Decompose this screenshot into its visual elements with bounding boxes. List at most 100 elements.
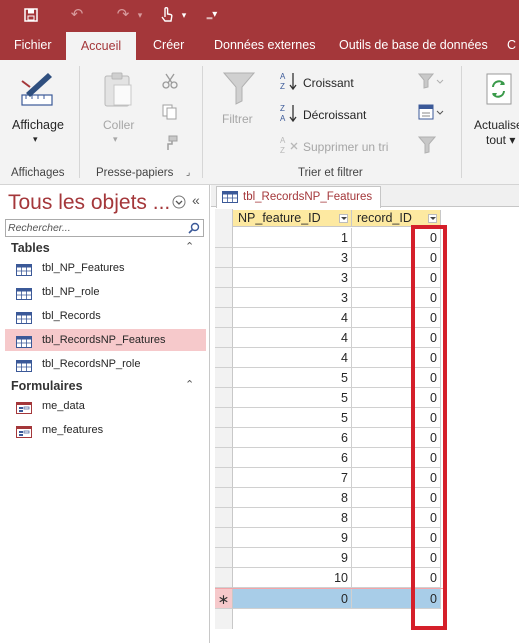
redo-icon[interactable]: ↷ xyxy=(112,4,134,26)
nav-item-table-selected[interactable]: tbl_RecordsNP_Features xyxy=(5,329,206,351)
remove-sort-icon[interactable]: AZ xyxy=(280,135,298,158)
cell-np-feature-id[interactable]: 7 xyxy=(233,468,352,488)
cell-np-feature-id[interactable]: 9 xyxy=(233,548,352,568)
touch-mode-icon[interactable] xyxy=(157,4,177,26)
nav-item-label: tbl_RecordsNP_Features xyxy=(42,334,166,346)
filter-icon[interactable] xyxy=(222,71,256,108)
nav-menu-icon[interactable] xyxy=(172,195,186,212)
column-header-np-feature-id[interactable]: NP_feature_ID xyxy=(233,210,352,227)
cell-np-feature-id[interactable]: 6 xyxy=(233,428,352,448)
record-selector[interactable] xyxy=(215,228,233,248)
record-selector[interactable] xyxy=(215,328,233,348)
nav-item-table[interactable]: tbl_NP_role xyxy=(5,281,206,303)
record-selector[interactable] xyxy=(215,268,233,288)
selection-filter-icon[interactable] xyxy=(417,73,444,92)
record-selector[interactable] xyxy=(215,428,233,448)
sort-filter-dropdown-icon[interactable] xyxy=(339,214,348,223)
cell-np-feature-id[interactable]: 8 xyxy=(233,488,352,508)
collapse-section-icon[interactable]: ⌃ xyxy=(185,378,194,391)
refresh-all-button[interactable]: Actualise xyxy=(474,118,519,132)
tab-creer[interactable]: Créer xyxy=(153,30,184,60)
record-selector[interactable] xyxy=(215,368,233,388)
document-tab[interactable]: tbl_RecordsNP_Features xyxy=(216,186,381,208)
record-selector[interactable] xyxy=(215,308,233,328)
new-record-marker-icon[interactable]: ∗ xyxy=(215,589,233,609)
paste-dropdown-icon[interactable]: ▾ xyxy=(113,134,118,145)
nav-section-tables[interactable]: Tables xyxy=(11,241,50,255)
paste-button[interactable]: Coller xyxy=(103,118,134,132)
format-painter-icon[interactable] xyxy=(162,135,178,154)
nav-item-table[interactable]: tbl_NP_Features xyxy=(5,257,206,279)
record-selector[interactable] xyxy=(215,288,233,308)
record-selector[interactable] xyxy=(215,448,233,468)
sort-ascending-icon[interactable]: AZ xyxy=(280,71,298,94)
cell-np-feature-id[interactable]: 5 xyxy=(233,368,352,388)
tab-outils-bdd[interactable]: Outils de base de données xyxy=(339,30,488,60)
copy-icon[interactable] xyxy=(162,104,178,123)
group-affichages: Affichages xyxy=(11,167,65,179)
cell-np-feature-id[interactable]: 4 xyxy=(233,308,352,328)
view-icon[interactable] xyxy=(20,71,56,112)
filter-button[interactable]: Filtrer xyxy=(222,112,253,126)
record-selector[interactable] xyxy=(215,408,233,428)
view-button[interactable]: Affichage xyxy=(12,118,64,132)
tab-fichier[interactable]: Fichier xyxy=(14,30,52,60)
clipboard-launcher-icon[interactable]: ⌟ xyxy=(186,167,190,178)
cell-np-feature-id[interactable]: 4 xyxy=(233,348,352,368)
redo-dropdown-icon[interactable]: ▾ xyxy=(134,4,146,26)
record-selector[interactable] xyxy=(215,388,233,408)
undo-icon[interactable]: ↶ xyxy=(66,4,88,26)
record-selector[interactable] xyxy=(215,548,233,568)
touch-dropdown-icon[interactable]: ▾ xyxy=(179,4,189,26)
save-icon[interactable] xyxy=(21,4,41,26)
sort-filter-dropdown-icon[interactable] xyxy=(428,214,437,223)
table-icon xyxy=(222,191,238,206)
cell-np-feature-id[interactable]: 6 xyxy=(233,448,352,468)
customize-qat-icon[interactable]: ‗▾ xyxy=(205,4,219,26)
cell-np-feature-id[interactable]: 5 xyxy=(233,388,352,408)
cell-np-feature-id[interactable]: 0 xyxy=(233,589,352,609)
toggle-filter-icon[interactable] xyxy=(417,136,437,157)
nav-pane-title[interactable]: Tous les objets ... xyxy=(8,191,170,215)
svg-text:A: A xyxy=(280,136,286,145)
record-selector[interactable] xyxy=(215,528,233,548)
nav-item-table[interactable]: tbl_Records xyxy=(5,305,206,327)
cut-icon[interactable] xyxy=(162,73,178,92)
nav-section-formulaires[interactable]: Formulaires xyxy=(11,379,83,393)
tab-accueil[interactable]: Accueil xyxy=(66,32,136,60)
nav-search-input[interactable] xyxy=(6,220,182,236)
refresh-all-dropdown[interactable]: tout ▾ xyxy=(486,133,515,147)
cell-np-feature-id[interactable]: 1 xyxy=(233,228,352,248)
cell-np-feature-id[interactable]: 10 xyxy=(233,568,352,588)
cell-np-feature-id[interactable]: 8 xyxy=(233,508,352,528)
cell-np-feature-id[interactable]: 4 xyxy=(233,328,352,348)
view-dropdown-icon[interactable]: ▾ xyxy=(33,134,38,145)
cell-np-feature-id[interactable]: 3 xyxy=(233,268,352,288)
record-selector[interactable] xyxy=(215,568,233,588)
paste-icon[interactable] xyxy=(102,71,134,112)
sort-descending-button[interactable]: Décroissant xyxy=(303,108,366,122)
cell-np-feature-id[interactable]: 3 xyxy=(233,248,352,268)
record-selector[interactable] xyxy=(215,348,233,368)
record-selector[interactable] xyxy=(215,248,233,268)
nav-item-table[interactable]: tbl_RecordsNP_role xyxy=(5,353,206,375)
remove-sort-button[interactable]: Supprimer un tri xyxy=(303,140,388,154)
nav-item-form[interactable]: me_features xyxy=(5,419,206,441)
sort-descending-icon[interactable]: ZA xyxy=(280,103,298,126)
group-trier-filtrer: Trier et filtrer xyxy=(298,167,363,179)
collapse-section-icon[interactable]: ⌃ xyxy=(185,240,194,253)
nav-item-form[interactable]: me_data xyxy=(5,395,206,417)
cell-np-feature-id[interactable]: 9 xyxy=(233,528,352,548)
collapse-pane-icon[interactable]: « xyxy=(192,192,200,208)
record-selector[interactable] xyxy=(215,468,233,488)
advanced-filter-icon[interactable] xyxy=(418,104,444,125)
sort-ascending-button[interactable]: Croissant xyxy=(303,76,354,90)
tab-overflow[interactable]: C xyxy=(507,30,519,60)
tab-donnees-externes[interactable]: Données externes xyxy=(214,30,315,60)
cell-np-feature-id[interactable]: 5 xyxy=(233,408,352,428)
cell-np-feature-id[interactable]: 3 xyxy=(233,288,352,308)
record-selector[interactable] xyxy=(215,508,233,528)
refresh-all-icon[interactable] xyxy=(486,73,514,108)
search-icon[interactable] xyxy=(188,222,200,237)
record-selector[interactable] xyxy=(215,488,233,508)
